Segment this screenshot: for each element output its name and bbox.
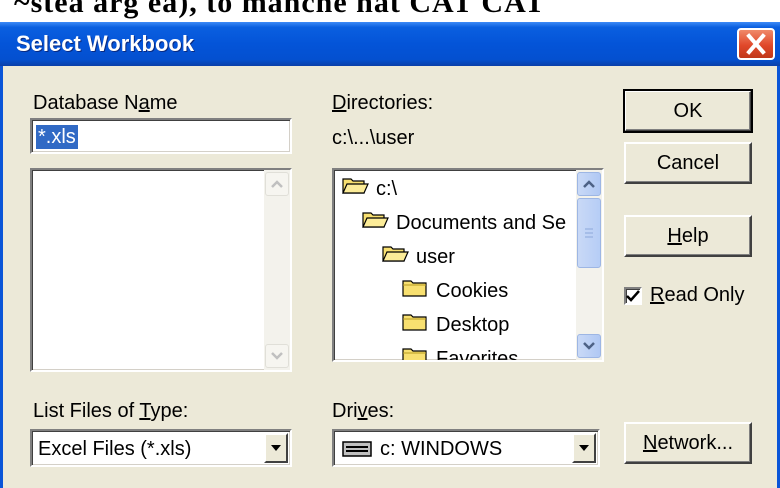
checkmark-icon	[626, 289, 640, 302]
close-button[interactable]	[737, 28, 775, 60]
close-icon	[746, 33, 766, 55]
directory-item[interactable]: Cookies	[402, 274, 508, 308]
directory-item-label: Cookies	[436, 279, 509, 302]
drives-select[interactable]: c: WINDOWS	[332, 429, 600, 467]
chevron-down-icon	[271, 352, 283, 360]
chevron-up-icon	[271, 180, 283, 188]
directories-label: Directories:	[332, 92, 434, 114]
file-list-scrollbar[interactable]	[264, 170, 290, 370]
open-folder-icon	[362, 209, 390, 237]
scroll-down-button[interactable]	[577, 334, 601, 358]
read-only-label: Read Only	[650, 284, 745, 306]
cancel-button[interactable]: Cancel	[624, 142, 752, 184]
directory-item[interactable]: c:\	[342, 172, 397, 206]
read-only-checkbox[interactable]: Read Only	[624, 284, 745, 307]
file-type-select[interactable]: Excel Files (*.xls)	[30, 429, 292, 467]
file-list[interactable]	[30, 168, 292, 372]
dropdown-arrow-icon	[579, 445, 589, 451]
directory-item-label: Desktop	[436, 313, 510, 336]
drives-label: Drives:	[332, 400, 395, 422]
database-name-value: *.xls	[36, 125, 78, 149]
network-button[interactable]: Network...	[624, 422, 752, 464]
directory-item[interactable]: Documents and Se	[362, 206, 566, 240]
checkbox-box[interactable]	[624, 286, 642, 305]
help-button[interactable]: Help	[624, 215, 752, 257]
open-folder-icon	[382, 243, 410, 271]
grip-icon	[585, 228, 593, 238]
directory-item-label: c:\	[376, 177, 398, 200]
current-path: c:\...\user	[332, 127, 415, 149]
window-title: Select Workbook	[16, 31, 195, 56]
directory-item[interactable]: Favorites	[402, 342, 518, 360]
open-folder-icon	[342, 175, 370, 203]
database-name-label: Database Name	[33, 92, 178, 114]
chevron-up-icon	[583, 180, 595, 188]
background-document-text: ~stea arg ea), to manche hat CAT CAT	[0, 0, 780, 22]
scroll-up-button[interactable]	[265, 172, 289, 196]
file-type-label: List Files of Type:	[33, 400, 189, 422]
scroll-up-button[interactable]	[577, 172, 601, 196]
directory-item-label: Favorites	[436, 347, 519, 361]
folder-icon	[402, 345, 430, 360]
chevron-down-icon	[583, 342, 595, 350]
directory-list[interactable]: c:\ Documents and Se user Cookies Desktop Fav…	[332, 168, 604, 362]
directory-item[interactable]: user	[382, 240, 455, 274]
file-type-dropdown-button[interactable]	[264, 433, 288, 463]
directory-item-label: Documents and Se	[396, 211, 567, 234]
drives-dropdown-button[interactable]	[572, 433, 596, 463]
drive-icon	[342, 440, 372, 463]
drives-value: c: WINDOWS	[380, 438, 503, 460]
folder-icon	[402, 311, 430, 339]
scroll-thumb[interactable]	[577, 198, 601, 268]
directory-item-label: user	[416, 245, 455, 268]
ok-button[interactable]: OK	[623, 89, 753, 133]
directory-list-scrollbar[interactable]	[576, 170, 602, 360]
directory-item[interactable]: Desktop	[402, 308, 509, 342]
dropdown-arrow-icon	[271, 445, 281, 451]
scroll-down-button[interactable]	[265, 344, 289, 368]
file-type-value: Excel Files (*.xls)	[38, 438, 192, 460]
database-name-input[interactable]: *.xls	[30, 118, 292, 154]
folder-icon	[402, 277, 430, 305]
